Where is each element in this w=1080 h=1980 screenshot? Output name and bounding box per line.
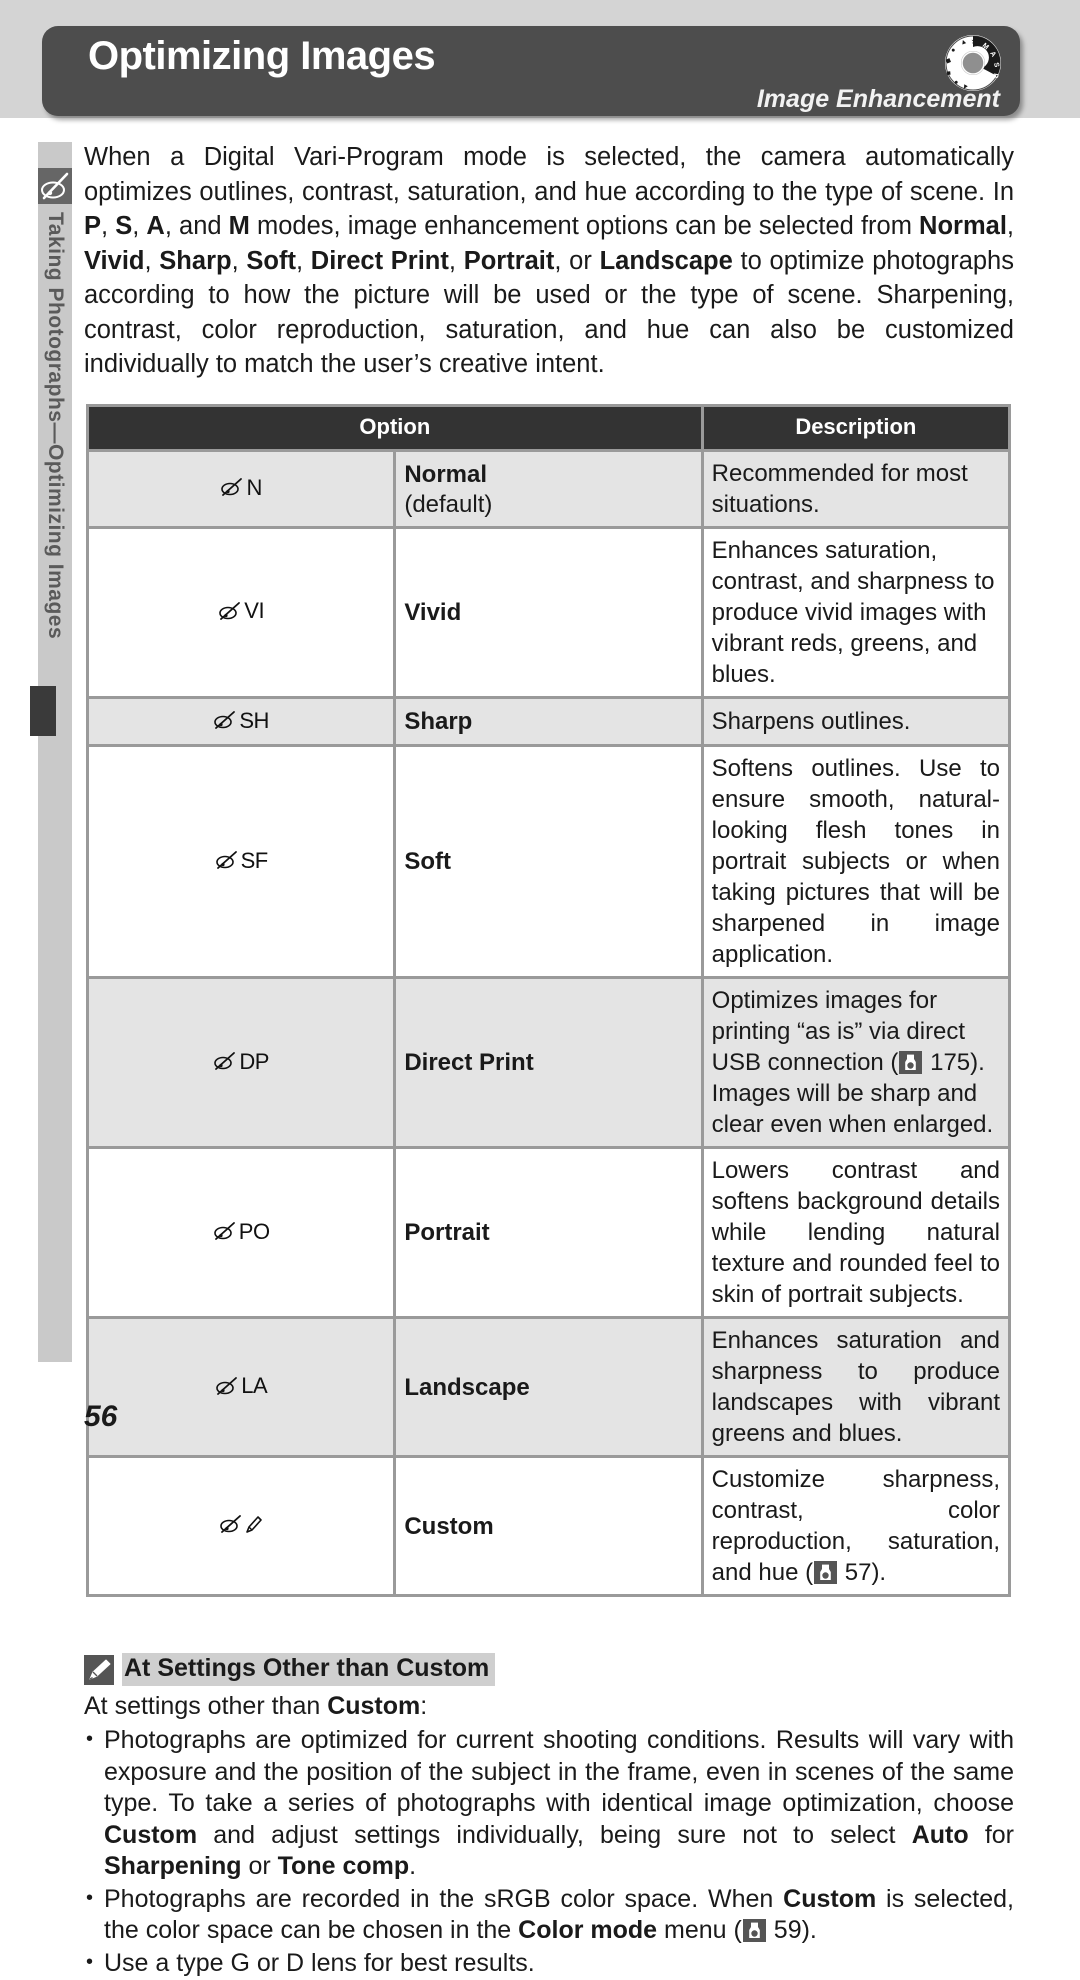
option-symbol-icon: LA [215,1370,268,1401]
page-title: Optimizing Images [88,34,436,78]
note-section: At Settings Other than Custom At setting… [84,1653,1014,1979]
option-subtext: (default) [404,490,493,518]
option-symbol-icon: N [220,472,262,503]
option-icon-cell: SH [89,698,394,744]
table-header-row: Option Description [89,406,1008,449]
option-name-cell: Direct Print [396,979,701,1146]
option-name-cell: Sharp [396,698,701,744]
option-icon-cell: VI [89,528,394,696]
page-header-bar: Optimizing Images Image Enhancement M A … [42,26,1020,116]
option-name-cell: Custom [396,1458,701,1594]
option-icon-cell: PO [89,1149,394,1316]
option-name: Vivid [404,598,462,626]
option-icon-cell: N [89,451,394,526]
option-name-cell: Vivid [396,528,701,696]
option-name: Portrait [404,1219,490,1246]
svg-text:■: ■ [946,71,953,76]
option-name-cell: Landscape [396,1319,701,1455]
table-body: N Normal (default) Recommended for most sit… [89,451,1008,1594]
table-row: DP Direct Print Optimizes images for print… [89,979,1008,1146]
page-reference-icon [899,1051,923,1074]
option-symbol-icon: PO [213,1216,270,1247]
list-item: Photographs are optimized for current sh… [84,1724,1014,1883]
note-lead-text: At settings other than Custom: [84,1692,428,1720]
option-name: Sharp [404,707,473,735]
column-header-description: Description [703,406,1008,449]
option-description-cell: Enhances saturation and sharpness to pro… [703,1319,1008,1455]
option-description-cell: Customize sharpness, contrast, color rep… [703,1458,1008,1594]
option-icon-cell: DP [89,979,394,1146]
table-row: VI Vivid Enhances saturation, contrast, an… [89,528,1008,696]
table-row: PO Portrait Lowers contrast and softens ba… [89,1149,1008,1316]
option-symbol-icon [219,1514,263,1534]
column-header-option: Option [89,406,701,449]
table-row: LA Landscape Enhances saturation and sharp… [89,1319,1008,1455]
pencil-icon [84,1654,114,1685]
option-name: Custom [404,1512,494,1540]
option-name-cell: Portrait [396,1149,701,1316]
page-reference-icon [742,1919,766,1942]
option-description-cell: Softens outlines. Use to ensure smooth, … [703,747,1008,976]
page-content: When a Digital Vari-Program mode is sele… [84,140,1014,1980]
chapter-marker [30,686,56,736]
option-description-cell: Enhances saturation, contrast, and sharp… [703,528,1008,696]
option-icon-cell [89,1458,394,1594]
option-description-cell: Recommended for most situations. [703,451,1008,526]
image-optimize-pen-icon [38,168,72,204]
option-name-cell: Normal (default) [396,451,701,526]
note-bullet-list: Photographs are optimized for current sh… [84,1724,1014,1980]
list-item: Photographs are recorded in the sRGB col… [84,1883,1014,1947]
table-row: N Normal (default) Recommended for most sit… [89,451,1008,526]
note-title: At Settings Other than Custom [122,1653,496,1686]
option-name-cell: Soft [396,747,701,976]
option-icon-cell: LA [89,1319,394,1455]
list-item: Use a type G or D lens for best results. [84,1947,1014,1980]
option-symbol-icon: VI [218,595,265,626]
camera-mode-dial-icon: M A S P ★ ▲ ● ◆ ■ ● ▲ [942,32,1004,94]
page-number: 56 [84,1400,118,1433]
section-tab-label: Taking Photographs—Optimizing Images [44,212,67,640]
table-row: SF Soft Softens outlines. Use to ensure sm… [89,747,1008,976]
option-name: Direct Print [404,1049,534,1076]
option-symbol-icon: SF [215,845,268,876]
option-name: Soft [404,848,451,875]
option-icon-cell: SF [89,747,394,976]
table-row: SH Sharp Sharpens outlines. [89,698,1008,744]
option-symbol-icon: DP [213,1046,269,1077]
option-description-cell: Sharpens outlines. [703,698,1008,744]
option-description-cell: Optimizes images for printing “as is” vi… [703,979,1008,1146]
page-reference-icon [814,1561,838,1584]
option-name: Landscape [404,1373,530,1401]
intro-paragraph: When a Digital Vari-Program mode is sele… [84,143,1014,378]
option-description-cell: Lowers contrast and softens background d… [703,1149,1008,1316]
image-enhancement-options-table: Option Description N Normal (default) Recom… [86,403,1011,1597]
option-name: Normal [404,460,488,488]
option-symbol-icon: SH [213,705,269,736]
note-header: At Settings Other than Custom [84,1653,1014,1686]
table-row: Custom Customize sharpness, contrast, col… [89,1458,1008,1594]
